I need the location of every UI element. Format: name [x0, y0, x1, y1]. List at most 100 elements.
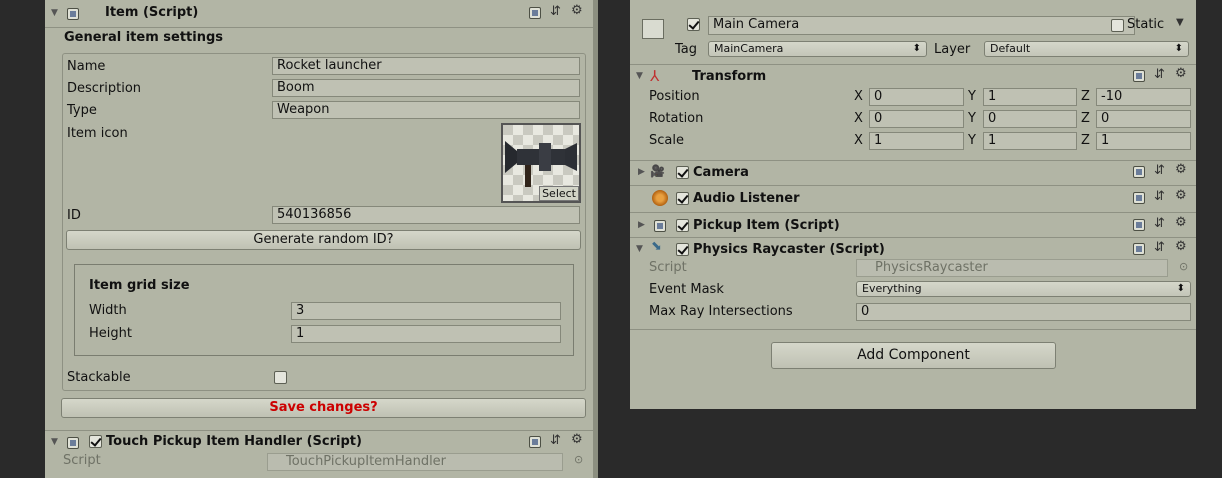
preset-icon[interactable]: ⇵ — [1154, 216, 1165, 231]
add-component-button[interactable]: Add Component — [771, 342, 1056, 369]
camera-enabled-checkbox[interactable] — [676, 166, 689, 179]
position-y-label[interactable]: Y — [968, 89, 976, 104]
help-icon[interactable] — [1133, 243, 1145, 255]
tag-value: MainCamera — [714, 42, 784, 55]
item-script-header[interactable]: ▼ Item (Script) ⇵ ⚙ — [45, 0, 598, 28]
id-field[interactable]: 540136856 — [272, 206, 580, 224]
physics-raycaster-header[interactable]: ▼ ⬊ Physics Raycaster (Script) ⇵ ⚙ — [630, 237, 1196, 259]
script-icon — [67, 8, 79, 20]
script-icon — [67, 437, 79, 449]
gameobject-cube-icon — [642, 19, 664, 39]
position-z-field[interactable]: -10 — [1096, 88, 1191, 106]
audio-listener-enabled-checkbox[interactable] — [676, 192, 689, 205]
gear-icon[interactable]: ⚙ — [1175, 239, 1187, 254]
scale-z-label[interactable]: Z — [1081, 133, 1090, 148]
collapse-arrow-icon[interactable]: ▶ — [638, 220, 645, 230]
active-checkbox[interactable] — [687, 18, 700, 31]
stackable-checkbox[interactable] — [274, 371, 287, 384]
audio-listener-title: Audio Listener — [693, 191, 800, 206]
object-picker-icon[interactable]: ⊙ — [574, 453, 583, 466]
gear-icon[interactable]: ⚙ — [1175, 162, 1187, 177]
scale-z-field[interactable]: 1 — [1096, 132, 1191, 150]
right-inspector: Main Camera Static ▼ Tag MainCamera ⬍ Lay… — [630, 0, 1196, 409]
audio-listener-header[interactable]: Audio Listener ⇵ ⚙ — [630, 185, 1196, 211]
preset-icon[interactable]: ⇵ — [1154, 240, 1165, 255]
gear-icon[interactable]: ⚙ — [571, 3, 583, 18]
stackable-label: Stackable — [67, 370, 131, 385]
preset-icon[interactable]: ⇵ — [1154, 163, 1165, 178]
gear-icon[interactable]: ⚙ — [1175, 215, 1187, 230]
tag-label: Tag — [675, 42, 698, 57]
expand-arrow-icon[interactable]: ▼ — [636, 71, 643, 81]
scale-x-field[interactable]: 1 — [869, 132, 964, 150]
expand-arrow-icon[interactable]: ▼ — [636, 244, 643, 254]
rotation-x-label[interactable]: X — [854, 111, 863, 126]
touch-script-label: Script — [63, 453, 101, 468]
pickup-item-enabled-checkbox[interactable] — [676, 219, 689, 232]
max-ray-intersections-field[interactable]: 0 — [856, 303, 1191, 321]
height-label: Height — [89, 326, 132, 341]
rotation-y-label[interactable]: Y — [968, 111, 976, 126]
add-component-divider — [630, 329, 1196, 330]
position-z-label[interactable]: Z — [1081, 89, 1090, 104]
camera-header[interactable]: ▶ 🎥 Camera ⇵ ⚙ — [630, 160, 1196, 184]
rotation-z-field[interactable]: 0 — [1096, 110, 1191, 128]
position-y-field[interactable]: 1 — [983, 88, 1077, 106]
name-field[interactable]: Rocket launcher — [272, 57, 580, 75]
scale-y-field[interactable]: 1 — [983, 132, 1077, 150]
generate-id-button[interactable]: Generate random ID? — [66, 230, 581, 250]
position-x-field[interactable]: 0 — [869, 88, 964, 106]
icon-select-button[interactable]: Select — [539, 186, 579, 201]
rotation-x-field[interactable]: 0 — [869, 110, 964, 128]
height-field[interactable]: 1 — [291, 325, 561, 343]
pickup-item-header[interactable]: ▶ Pickup Item (Script) ⇵ ⚙ — [630, 212, 1196, 237]
collapse-arrow-icon[interactable]: ▶ — [638, 167, 645, 177]
rocket-launcher-icon — [505, 141, 577, 187]
rotation-z-label[interactable]: Z — [1081, 111, 1090, 126]
help-icon[interactable] — [1133, 166, 1145, 178]
transform-header[interactable]: ▼ ⅄ Transform ⇵ ⚙ — [630, 64, 1196, 88]
preset-icon[interactable]: ⇵ — [550, 433, 561, 448]
left-divider — [593, 0, 598, 478]
object-picker-icon[interactable]: ⊙ — [1179, 260, 1188, 273]
help-icon[interactable] — [1133, 192, 1145, 204]
description-label: Description — [67, 81, 142, 96]
description-field[interactable]: Boom — [272, 79, 580, 97]
preset-icon[interactable]: ⇵ — [1154, 189, 1165, 204]
touch-pickup-header[interactable]: ▼ Touch Pickup Item Handler (Script) ⇵ ⚙… — [45, 430, 598, 478]
item-icon-picker[interactable]: Select — [501, 123, 581, 203]
event-mask-dropdown[interactable]: Everything ⬍ — [856, 281, 1191, 297]
help-icon[interactable] — [1133, 219, 1145, 231]
static-checkbox[interactable] — [1111, 19, 1124, 32]
layer-label: Layer — [934, 42, 971, 57]
tag-dropdown[interactable]: MainCamera ⬍ — [708, 41, 927, 57]
help-icon[interactable] — [529, 436, 541, 448]
type-label: Type — [67, 103, 97, 118]
raycaster-enabled-checkbox[interactable] — [676, 243, 689, 256]
expand-arrow-icon[interactable]: ▼ — [51, 8, 58, 18]
scale-y-label[interactable]: Y — [968, 133, 976, 148]
layer-dropdown[interactable]: Default ⬍ — [984, 41, 1189, 57]
preset-icon[interactable]: ⇵ — [550, 4, 561, 19]
transform-icon: ⅄ — [650, 67, 660, 85]
expand-arrow-icon[interactable]: ▼ — [51, 437, 58, 447]
help-icon[interactable] — [529, 7, 541, 19]
gear-icon[interactable]: ⚙ — [571, 432, 583, 447]
rotation-y-field[interactable]: 0 — [983, 110, 1077, 128]
gear-icon[interactable]: ⚙ — [1175, 188, 1187, 203]
touch-pickup-enabled-checkbox[interactable] — [89, 435, 102, 448]
position-label: Position — [649, 89, 700, 104]
position-x-label[interactable]: X — [854, 89, 863, 104]
gear-icon[interactable]: ⚙ — [1175, 66, 1187, 81]
static-dropdown-icon[interactable]: ▼ — [1176, 17, 1184, 28]
item-icon-label: Item icon — [67, 126, 128, 141]
type-field[interactable]: Weapon — [272, 101, 580, 119]
width-field[interactable]: 3 — [291, 302, 561, 320]
object-name-field[interactable]: Main Camera — [708, 16, 1135, 35]
help-icon[interactable] — [1133, 70, 1145, 82]
raycaster-icon: ⬊ — [651, 239, 662, 254]
preset-icon[interactable]: ⇵ — [1154, 67, 1165, 82]
scale-label: Scale — [649, 133, 684, 148]
save-changes-button[interactable]: Save changes? — [61, 398, 586, 418]
scale-x-label[interactable]: X — [854, 133, 863, 148]
